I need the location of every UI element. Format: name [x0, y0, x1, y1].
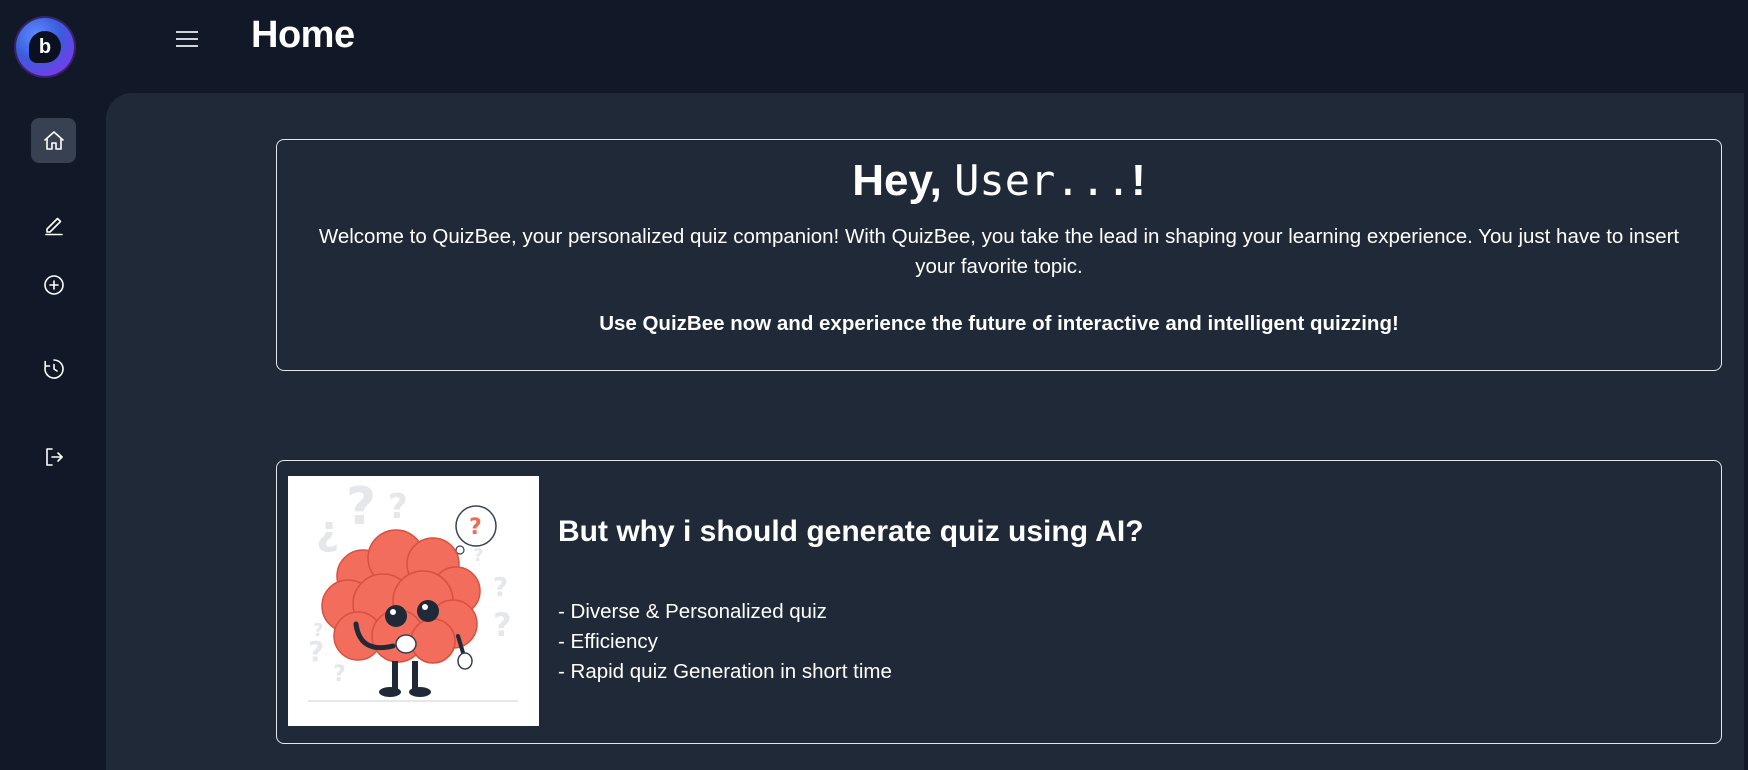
svg-text:?: ?	[473, 545, 483, 566]
menu-toggle-button[interactable]	[172, 24, 202, 54]
hamburger-icon-line	[176, 38, 198, 40]
svg-text:?: ?	[346, 477, 376, 537]
sidebar: b	[0, 0, 106, 770]
welcome-description: Welcome to QuizBee, your personalized qu…	[318, 225, 1680, 278]
sidebar-item-history[interactable]	[31, 346, 76, 391]
svg-text:?: ?	[313, 620, 323, 641]
sidebar-item-add[interactable]	[31, 262, 76, 307]
svg-text:?: ?	[333, 662, 346, 687]
username: User...	[954, 156, 1132, 205]
list-item: - Diverse & Personalized quiz	[558, 600, 827, 623]
greeting-heading: Hey, User...!	[277, 156, 1721, 206]
sidebar-item-home[interactable]	[31, 118, 76, 163]
svg-text:?: ?	[493, 606, 512, 644]
hamburger-icon	[176, 31, 198, 33]
welcome-cta: Use QuizBee now and experience the futur…	[599, 312, 1399, 335]
thinking-brain-illustration: ? ¿ ? ? ? ? ? ? ? ?	[288, 476, 539, 726]
svg-text:?: ?	[493, 573, 508, 603]
svg-text:?: ?	[469, 515, 482, 540]
top-header: Home	[106, 0, 1748, 93]
home-icon	[43, 130, 64, 150]
hamburger-icon-line	[176, 45, 198, 47]
why-ai-title: But why i should generate quiz using AI?	[558, 515, 1144, 548]
sidebar-item-create-quiz[interactable]	[31, 202, 76, 247]
plus-circle-icon	[43, 274, 64, 295]
why-ai-list: - Diverse & Personalized quiz - Efficien…	[558, 597, 892, 687]
logout-icon	[45, 447, 63, 466]
list-item: - Rapid quiz Generation in short time	[558, 660, 892, 683]
welcome-card: Hey, User...! Welcome to QuizBee, your p…	[276, 139, 1722, 371]
svg-text:?: ?	[388, 487, 408, 527]
brain-image: ? ¿ ? ? ? ? ? ? ? ?	[308, 477, 518, 702]
pencil-icon	[44, 217, 63, 235]
sidebar-item-logout[interactable]	[31, 434, 76, 479]
scrollbar-track[interactable]	[1744, 93, 1748, 770]
svg-text:¿: ¿	[316, 508, 339, 554]
greeting-suffix: !	[1131, 156, 1146, 205]
list-item: - Efficiency	[558, 630, 658, 653]
logo-letter: b	[29, 31, 61, 63]
page-title: Home	[251, 14, 355, 56]
app-window: b Home Hey, User...! Welcome to QuizBee,…	[0, 0, 1748, 770]
history-icon	[43, 358, 64, 379]
why-ai-card: ? ¿ ? ? ? ? ? ? ? ? But why i should gen…	[276, 460, 1722, 744]
main-content: Hey, User...! Welcome to QuizBee, your p…	[106, 93, 1748, 770]
quizbee-logo[interactable]: b	[16, 18, 74, 76]
greeting-prefix: Hey,	[852, 156, 942, 205]
